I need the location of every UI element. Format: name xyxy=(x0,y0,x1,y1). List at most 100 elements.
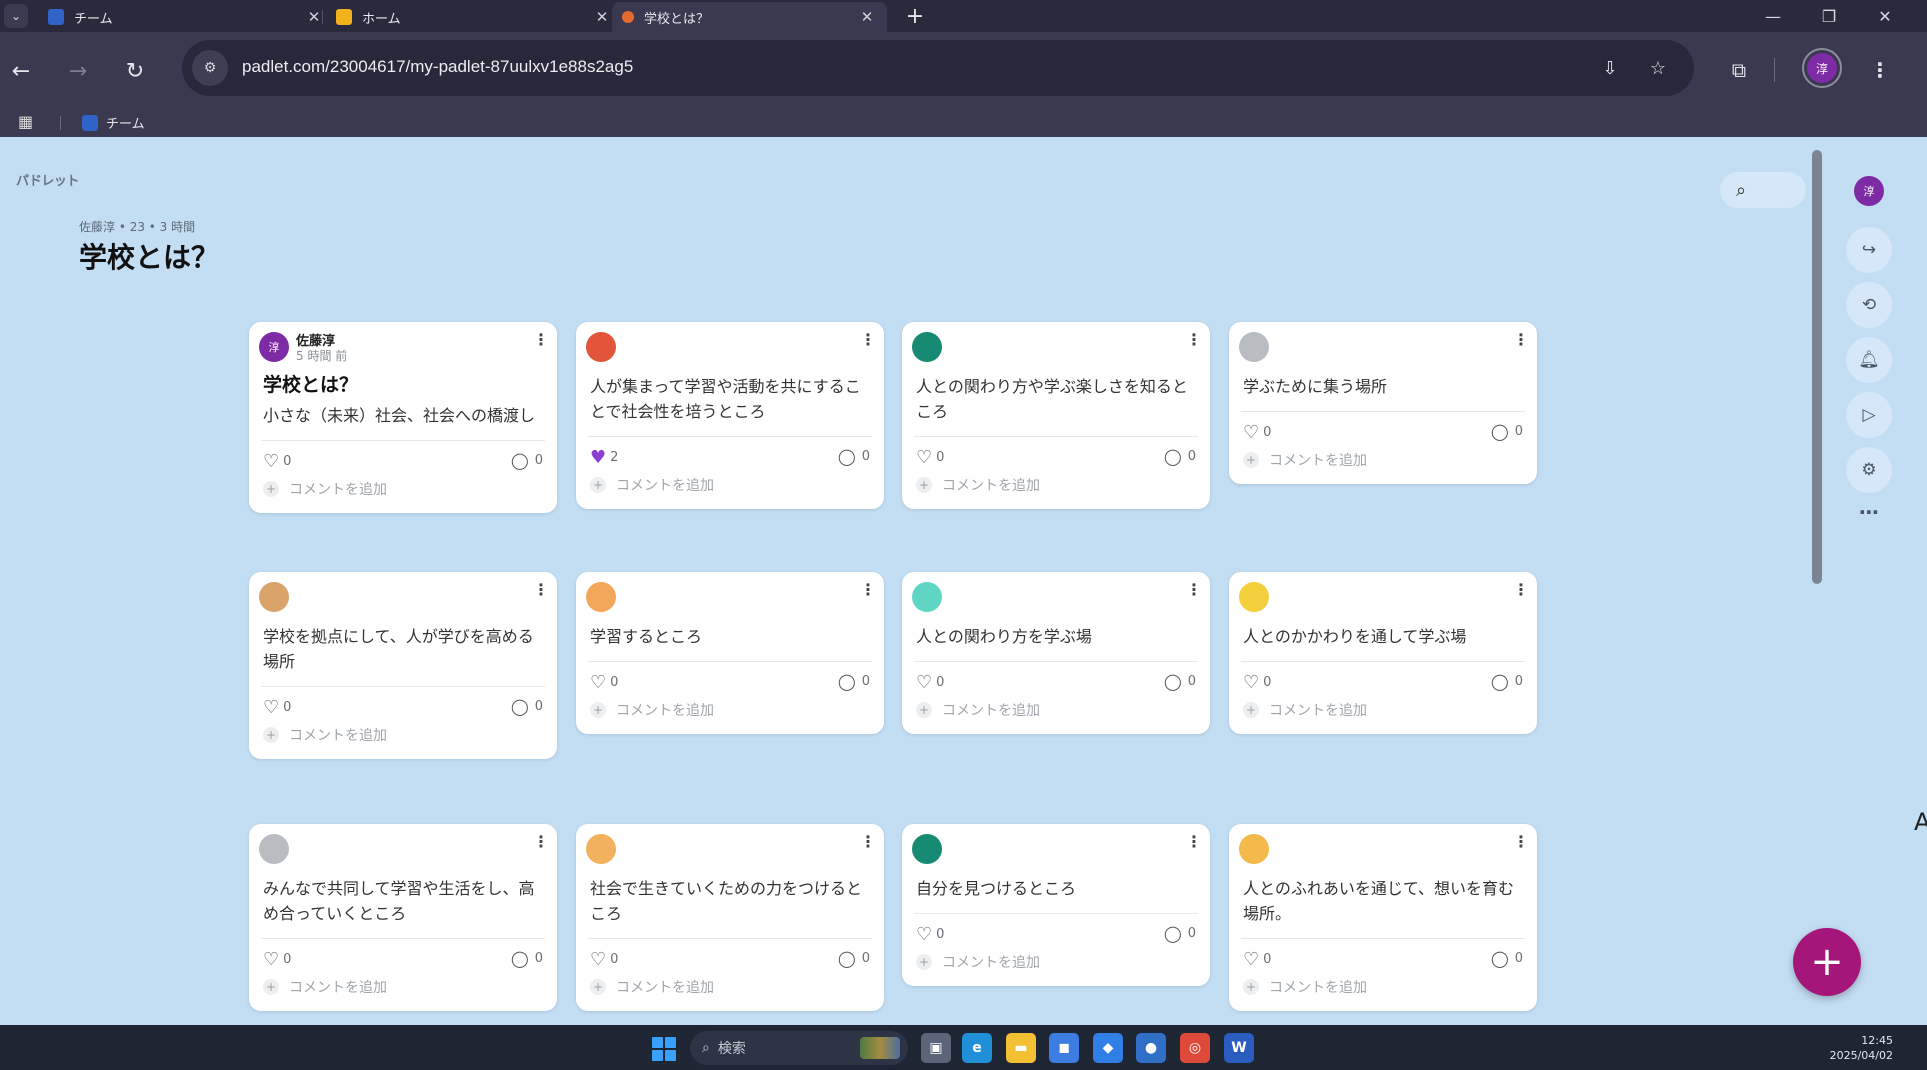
avatar[interactable] xyxy=(912,582,942,612)
like-button[interactable]: ♡ 0 xyxy=(916,924,944,945)
avatar[interactable] xyxy=(586,582,616,612)
bell-icon[interactable]: 🔔︎ xyxy=(1846,337,1892,383)
edge-icon[interactable]: e xyxy=(962,1033,992,1063)
post-card[interactable]: ⋮ みんなで共同して学習や生活をし、高め合っていくところ ♡ 0 ◯ 0 + コメント… xyxy=(249,824,557,1011)
padlet-logo[interactable]: パドレット xyxy=(16,170,79,189)
bookmark-star-icon[interactable]: ☆ xyxy=(1644,54,1672,82)
post-card[interactable]: 淳 佐藤淳 5 時間 前 ⋮ 学校とは？ 小さな（未来）社会、社会への橋渡し ♡… xyxy=(249,322,557,513)
teams-icon[interactable]: ◼ xyxy=(1049,1033,1079,1063)
add-comment[interactable]: + コメントを追加 xyxy=(576,475,884,509)
tab-home[interactable]: ホーム ✕ xyxy=(326,2,622,32)
add-comment[interactable]: + コメントを追加 xyxy=(1229,700,1537,734)
reload-icon[interactable]: ↻ xyxy=(118,54,152,88)
post-menu-icon[interactable]: ⋮ xyxy=(1186,330,1202,352)
post-card[interactable]: ⋮ 人との関わり方を学ぶ場 ♡ 0 ◯ 0 + コメントを追加 xyxy=(902,572,1210,734)
comment-button[interactable]: ◯ 0 xyxy=(1164,924,1196,943)
tab-team[interactable]: チーム ✕ xyxy=(38,2,334,32)
gear-icon[interactable]: ⚙ xyxy=(1846,447,1892,493)
taskbar-search[interactable]: ⌕ 検索 xyxy=(690,1031,908,1065)
menu-kebab-icon[interactable]: ⋮ xyxy=(1862,52,1898,88)
install-app-icon[interactable]: ⇩ xyxy=(1596,54,1624,82)
clock[interactable]: 12:45 2025/04/02 xyxy=(1830,1033,1893,1063)
like-button[interactable]: ♡ 0 xyxy=(590,672,618,693)
add-comment[interactable]: + コメントを追加 xyxy=(249,479,557,513)
like-button[interactable]: ♡ 0 xyxy=(916,672,944,693)
add-comment[interactable]: + コメントを追加 xyxy=(249,725,557,759)
app2-icon[interactable]: ● xyxy=(1136,1033,1166,1063)
avatar[interactable] xyxy=(586,834,616,864)
avatar[interactable] xyxy=(259,582,289,612)
add-comment[interactable]: + コメントを追加 xyxy=(576,977,884,1011)
post-menu-icon[interactable]: ⋮ xyxy=(1513,832,1529,854)
close-icon[interactable]: ✕ xyxy=(857,8,877,26)
more-icon[interactable]: ⋯ xyxy=(1846,500,1892,530)
post-card[interactable]: ⋮ 学校を拠点にして、人が学びを高める場所 ♡ 0 ◯ 0 + コメントを追加 xyxy=(249,572,557,759)
post-card[interactable]: ⋮ 自分を見つけるところ ♡ 0 ◯ 0 + コメントを追加 xyxy=(902,824,1210,986)
avatar[interactable] xyxy=(1239,834,1269,864)
tab-padlet[interactable]: 学校とは？ ✕ xyxy=(612,2,887,32)
post-menu-icon[interactable]: ⋮ xyxy=(533,832,549,854)
avatar[interactable] xyxy=(1239,332,1269,362)
tab-list-button[interactable]: ⌄ xyxy=(4,4,28,28)
post-card[interactable]: ⋮ 人が集まって学習や活動を共にすることで社会性を培うところ ♥ 2 ◯ 0 + コメ… xyxy=(576,322,884,509)
avatar[interactable] xyxy=(259,834,289,864)
share-icon[interactable]: ↪ xyxy=(1846,227,1892,273)
restore-icon[interactable]: ❐ xyxy=(1806,0,1852,32)
comment-button[interactable]: ◯ 0 xyxy=(838,447,870,466)
bookmark-team[interactable]: チーム xyxy=(82,113,145,132)
post-card[interactable]: ⋮ 学ぶために集う場所 ♡ 0 ◯ 0 + コメントを追加 xyxy=(1229,322,1537,484)
scrollbar[interactable] xyxy=(1812,150,1822,1025)
comment-button[interactable]: ◯ 0 xyxy=(1491,672,1523,691)
profile-button[interactable]: 淳 xyxy=(1802,48,1842,88)
new-tab-button[interactable]: + xyxy=(903,4,927,29)
avatar[interactable] xyxy=(586,332,616,362)
like-button[interactable]: ♥ 2 xyxy=(590,447,618,468)
comment-button[interactable]: ◯ 0 xyxy=(838,949,870,968)
play-icon[interactable]: ▷ xyxy=(1846,392,1892,438)
post-menu-icon[interactable]: ⋮ xyxy=(1513,330,1529,352)
close-icon[interactable]: ✕ xyxy=(592,8,612,26)
comment-button[interactable]: ◯ 0 xyxy=(511,949,543,968)
post-card[interactable]: ⋮ 人との関わり方や学ぶ楽しさを知るところ ♡ 0 ◯ 0 + コメントを追加 xyxy=(902,322,1210,509)
windows-start-icon[interactable] xyxy=(652,1037,676,1061)
add-comment[interactable]: + コメントを追加 xyxy=(902,952,1210,986)
comment-button[interactable]: ◯ 0 xyxy=(511,697,543,716)
add-comment[interactable]: + コメントを追加 xyxy=(576,700,884,734)
like-button[interactable]: ♡ 0 xyxy=(590,949,618,970)
like-button[interactable]: ♡ 0 xyxy=(916,447,944,468)
avatar[interactable] xyxy=(912,834,942,864)
post-card[interactable]: ⋮ 社会で生きていくための力をつけるところ ♡ 0 ◯ 0 + コメントを追加 xyxy=(576,824,884,1011)
post-menu-icon[interactable]: ⋮ xyxy=(1513,580,1529,602)
chrome-icon[interactable]: ◎ xyxy=(1180,1033,1210,1063)
avatar[interactable] xyxy=(912,332,942,362)
comment-button[interactable]: ◯ 0 xyxy=(1491,422,1523,441)
like-button[interactable]: ♡ 0 xyxy=(1243,949,1271,970)
back-icon[interactable]: ← xyxy=(4,54,38,88)
post-menu-icon[interactable]: ⋮ xyxy=(860,330,876,352)
add-comment[interactable]: + コメントを追加 xyxy=(902,475,1210,509)
forward-icon[interactable]: → xyxy=(61,54,95,88)
post-menu-icon[interactable]: ⋮ xyxy=(1186,832,1202,854)
avatar[interactable]: 淳 xyxy=(1854,176,1884,206)
comment-button[interactable]: ◯ 0 xyxy=(1164,447,1196,466)
address-bar[interactable]: ⚙ padlet.com/23004617/my-padlet-87uulxv1… xyxy=(182,40,1694,96)
close-icon[interactable]: ✕ xyxy=(304,8,324,26)
like-button[interactable]: ♡ 0 xyxy=(263,451,291,472)
post-menu-icon[interactable]: ⋮ xyxy=(533,580,549,602)
post-card[interactable]: ⋮ 学習するところ ♡ 0 ◯ 0 + コメントを追加 xyxy=(576,572,884,734)
post-menu-icon[interactable]: ⋮ xyxy=(533,330,549,352)
word-icon[interactable]: W xyxy=(1224,1033,1254,1063)
avatar[interactable]: 淳 xyxy=(259,332,289,362)
like-button[interactable]: ♡ 0 xyxy=(1243,422,1271,443)
post-card[interactable]: ⋮ 人とのかかわりを通して学ぶ場 ♡ 0 ◯ 0 + コメントを追加 xyxy=(1229,572,1537,734)
extensions-icon[interactable]: ⧉ xyxy=(1721,52,1757,88)
like-button[interactable]: ♡ 0 xyxy=(1243,672,1271,693)
add-comment[interactable]: + コメントを追加 xyxy=(249,977,557,1011)
add-post-button[interactable]: + xyxy=(1793,928,1861,996)
add-comment[interactable]: + コメントを追加 xyxy=(902,700,1210,734)
comment-button[interactable]: ◯ 0 xyxy=(838,672,870,691)
comment-button[interactable]: ◯ 0 xyxy=(511,451,543,470)
scroll-thumb[interactable] xyxy=(1812,150,1822,584)
minimize-icon[interactable]: — xyxy=(1750,0,1796,32)
window-close-icon[interactable]: ✕ xyxy=(1862,0,1908,32)
